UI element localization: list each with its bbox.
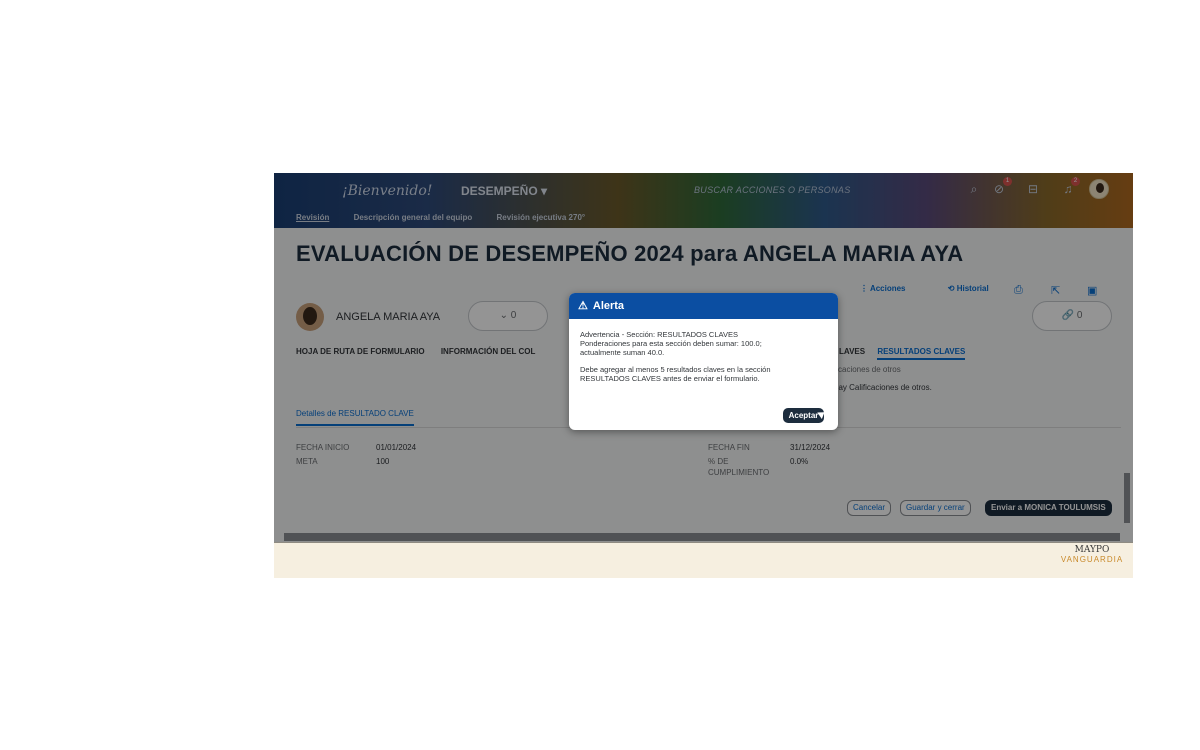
dialog-line-3: actualmente suman 40.0. (580, 348, 665, 357)
app-window: ¡Bienvenido! DESEMPEÑO ▾ BUSCAR ACCIONES… (274, 173, 1133, 578)
dialog-line-2: Ponderaciones para esta sección deben su… (580, 339, 762, 348)
accept-button[interactable]: Aceptar (783, 408, 824, 423)
dialog-message-1: Advertencia - Sección: RESULTADOS CLAVES… (580, 330, 828, 357)
brand-name: MAYPO (1074, 545, 1110, 555)
footer: MAYPO VANGUARDIA (274, 542, 1133, 578)
alert-dialog: ⚠ Alerta Advertencia - Sección: RESULTADO… (569, 293, 838, 430)
warning-icon: ⚠ (578, 300, 588, 312)
dialog-title: Alerta (592, 300, 625, 312)
dialog-line-4: Debe agregar al menos 5 resultados clave… (580, 365, 771, 374)
dialog-header: ⚠ Alerta (569, 293, 838, 319)
brand-tagline: VANGUARDIA (1060, 555, 1124, 564)
dialog-message-2: Debe agregar al menos 5 resultados clave… (580, 365, 828, 383)
dialog-body: Advertencia - Sección: RESULTADOS CLAVES… (569, 319, 838, 383)
dialog-line-1: Advertencia - Sección: RESULTADOS CLAVES (580, 330, 738, 339)
brand-logo: MAYPO VANGUARDIA (1056, 545, 1128, 564)
dialog-line-5: RESULTADOS CLAVES antes de enviar el for… (580, 374, 760, 383)
